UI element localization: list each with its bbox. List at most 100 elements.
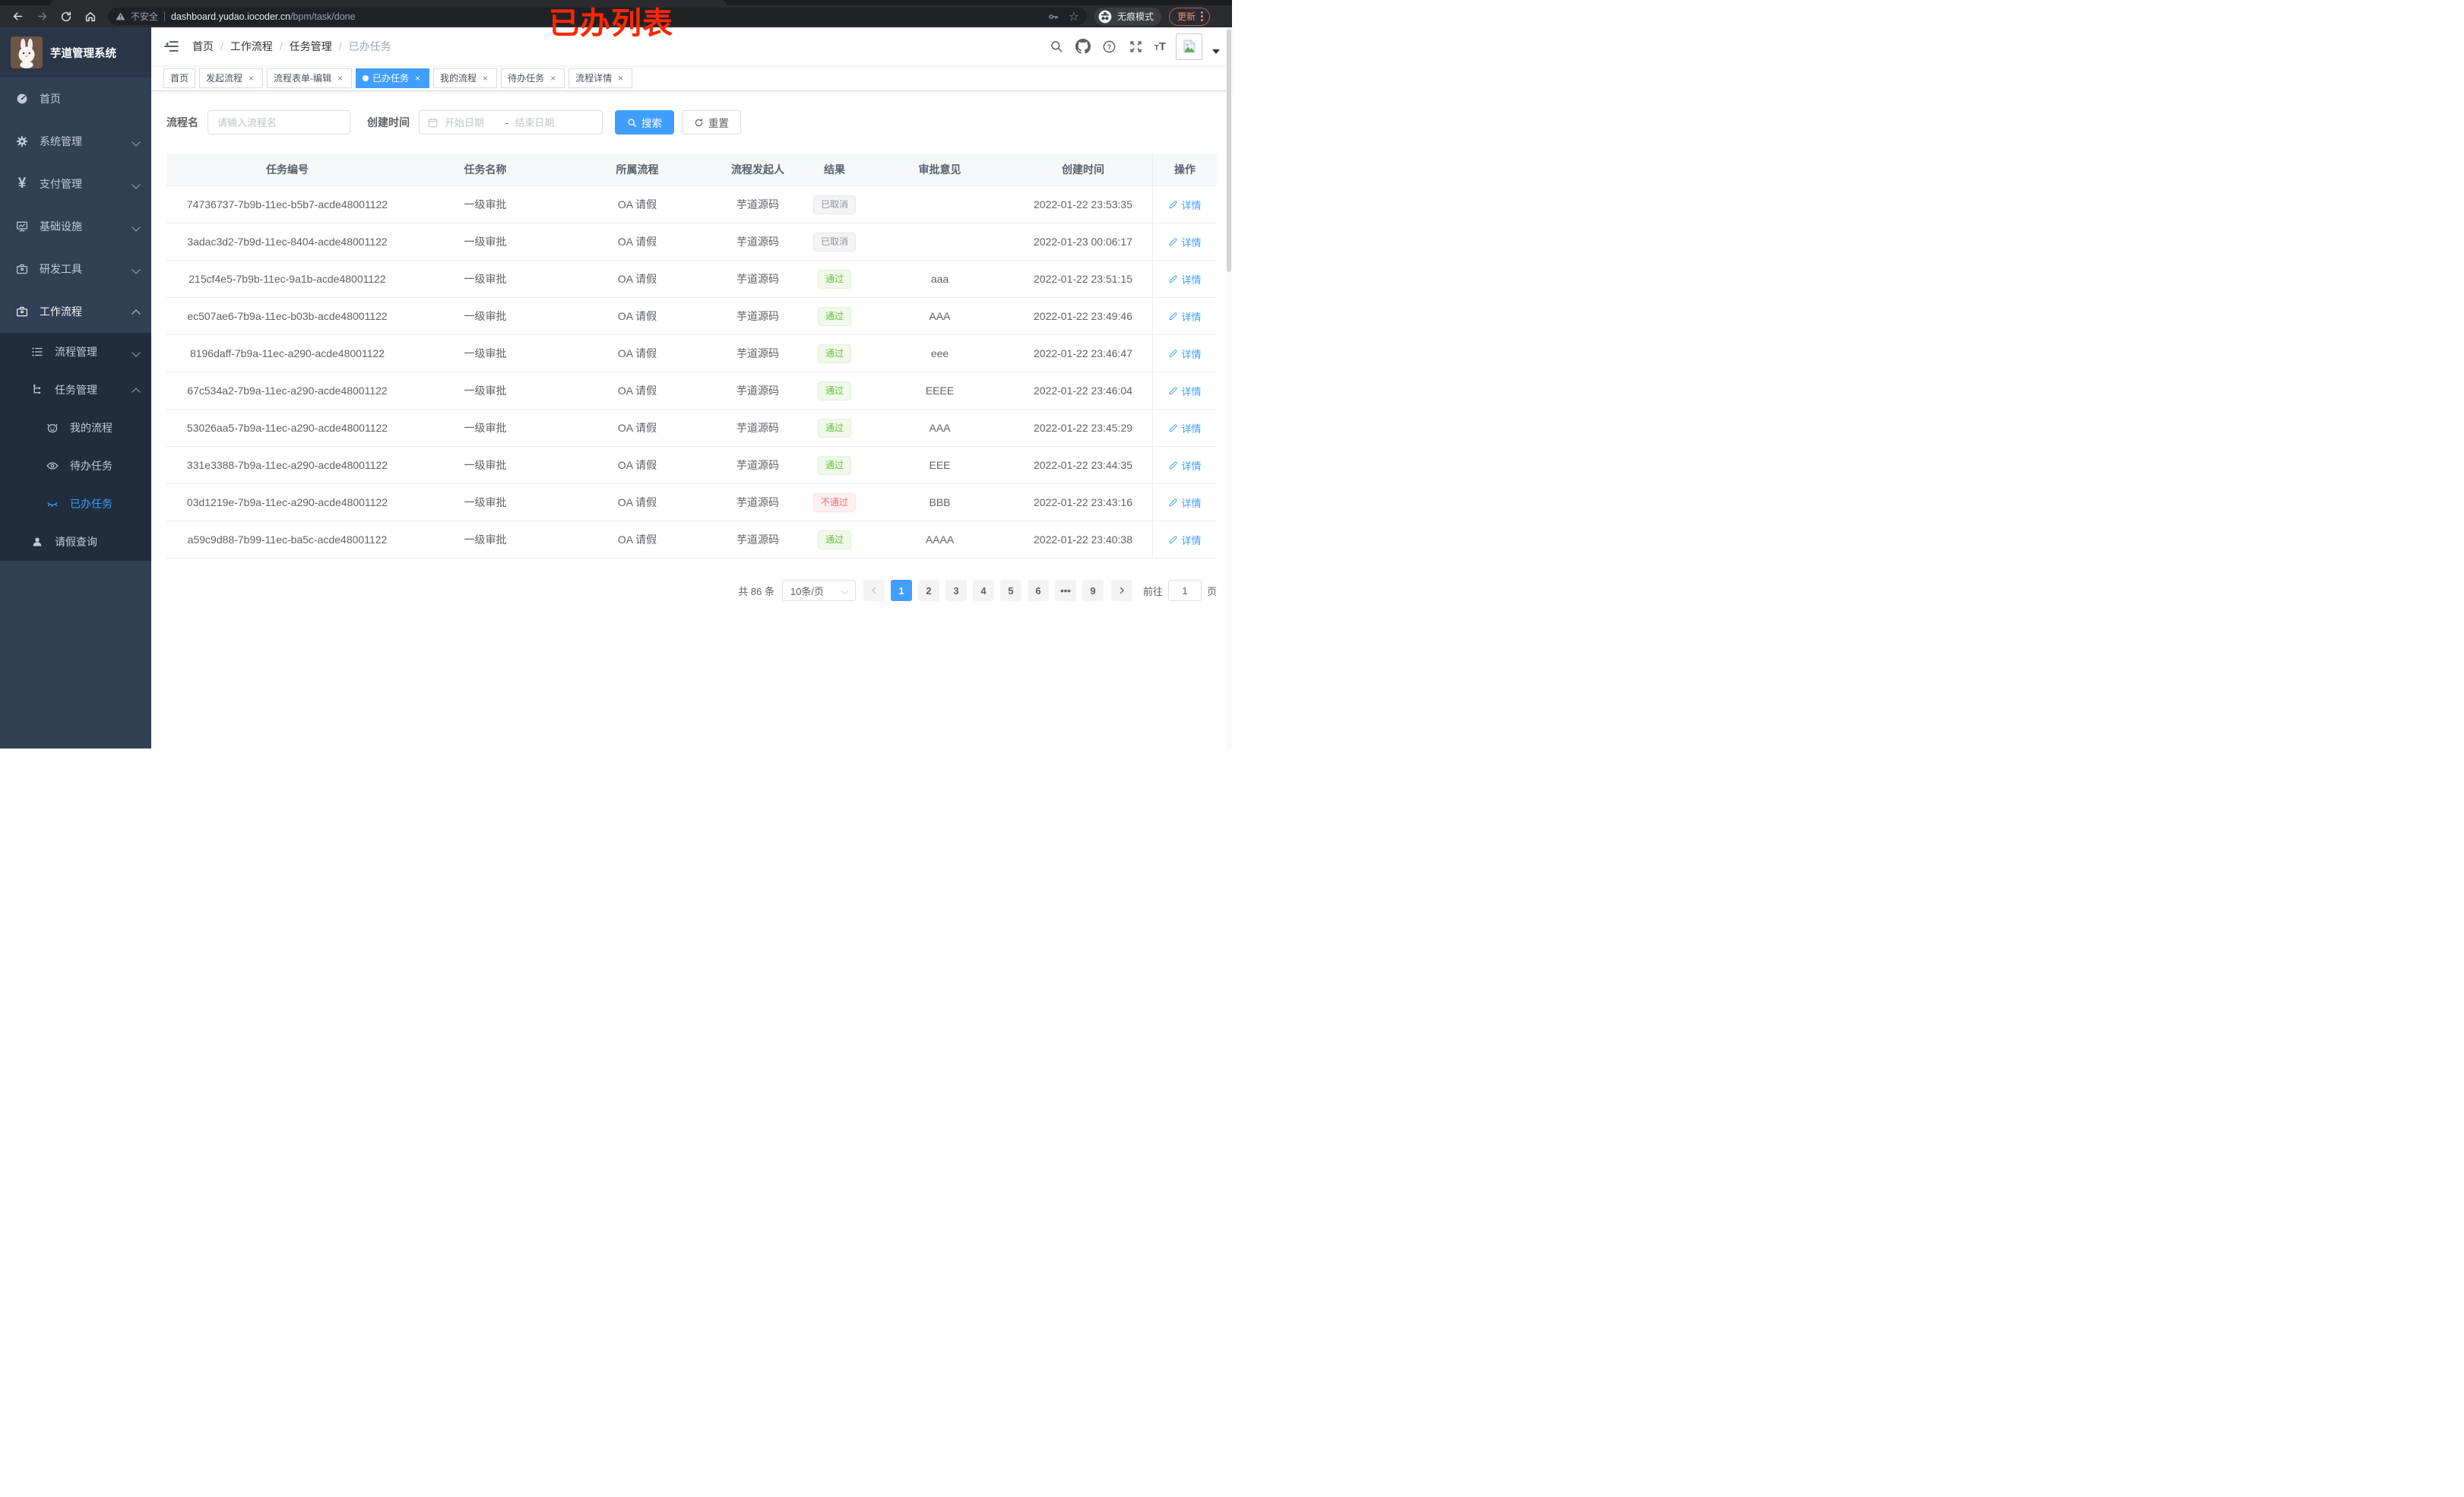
breadcrumb-task-mgmt[interactable]: 任务管理: [290, 39, 332, 54]
page-scrollbar[interactable]: [1226, 27, 1232, 748]
browser-update-button[interactable]: 更新: [1169, 7, 1211, 26]
start-date-input[interactable]: [445, 116, 499, 128]
sidebar-item-todo-tasks[interactable]: 待办任务: [0, 447, 151, 485]
cell-opinion: AAA: [929, 310, 951, 322]
home-icon[interactable]: [81, 8, 100, 25]
table-header-row: 任务编号 任务名称 所属流程 流程发起人 结果 审批意见 创建时间 操作: [166, 153, 1217, 186]
cell-starter: 芋道源码: [736, 459, 779, 471]
result-tag: 不通过: [812, 492, 856, 512]
omnibox-divider: [164, 11, 166, 21]
header-search-icon[interactable]: [1048, 38, 1065, 55]
cell-create-time: 2022-01-22 23:46:04: [1034, 385, 1132, 397]
close-icon[interactable]: ×: [548, 73, 558, 83]
avatar-caret-down-icon[interactable]: [1212, 49, 1220, 54]
close-icon[interactable]: ×: [480, 73, 490, 83]
sidebar-item-system[interactable]: 系统管理: [0, 120, 151, 163]
tab-process-detail[interactable]: 流程详情 ×: [568, 68, 633, 88]
cell-actions: 详情: [1152, 186, 1217, 223]
sidebar-item-leave-query[interactable]: 请假查询: [0, 523, 151, 561]
page-button-9[interactable]: 9: [1082, 580, 1104, 601]
close-icon[interactable]: ×: [335, 73, 345, 83]
app-logo-row[interactable]: 芋道管理系统: [0, 27, 151, 78]
detail-link[interactable]: 详情: [1168, 272, 1202, 286]
tab-home[interactable]: 首页: [163, 68, 196, 88]
detail-link[interactable]: 详情: [1168, 309, 1202, 324]
table-row: 331e3388-7b9a-11ec-a290-acde48001122 一级审…: [166, 447, 1217, 484]
back-icon[interactable]: [8, 8, 27, 25]
help-icon[interactable]: ?: [1101, 38, 1118, 55]
search-button[interactable]: 搜索: [615, 110, 674, 135]
create-time-label: 创建时间: [367, 116, 410, 128]
process-name-input[interactable]: [207, 110, 350, 135]
date-range-picker[interactable]: -: [419, 110, 603, 135]
scrollbar-thumb[interactable]: [1227, 29, 1231, 272]
fullscreen-icon[interactable]: [1128, 38, 1145, 55]
sidebar-item-workflow[interactable]: 工作流程: [0, 290, 151, 333]
breadcrumb-home[interactable]: 首页: [192, 39, 214, 54]
sidebar-item-task-mgmt[interactable]: 任务管理: [0, 371, 151, 409]
reset-button[interactable]: 重置: [682, 110, 741, 135]
cell-task-id: 331e3388-7b9a-11ec-a290-acde48001122: [186, 459, 388, 471]
close-icon[interactable]: ×: [413, 73, 423, 83]
page-button-3[interactable]: 3: [945, 580, 967, 601]
security-label[interactable]: 不安全: [131, 10, 158, 23]
detail-link[interactable]: 详情: [1168, 458, 1202, 473]
close-icon[interactable]: ×: [616, 73, 626, 83]
browser-menu-icon[interactable]: [1201, 11, 1204, 21]
page-button-6[interactable]: 6: [1027, 580, 1049, 601]
detail-link[interactable]: 详情: [1168, 384, 1202, 398]
table-row: 3adac3d2-7b9d-11ec-8404-acde48001122 一级审…: [166, 223, 1217, 261]
collapse-sidebar-icon[interactable]: [163, 39, 180, 54]
cell-task-id: ec507ae6-7b9a-11ec-b03b-acde48001122: [187, 310, 388, 322]
tab-todo-tasks[interactable]: 待办任务 ×: [501, 68, 565, 88]
forward-icon[interactable]: [32, 8, 52, 25]
detail-link[interactable]: 详情: [1168, 533, 1202, 547]
table-row: ec507ae6-7b9a-11ec-b03b-acde48001122 一级审…: [166, 298, 1217, 335]
detail-link[interactable]: 详情: [1168, 347, 1202, 361]
column-header-opinion: 审批意见: [918, 163, 961, 176]
sidebar-item-devtools[interactable]: 研发工具: [0, 248, 151, 290]
sidebar-item-infra[interactable]: 基础设施: [0, 205, 151, 248]
tab-done-tasks[interactable]: 已办任务 ×: [356, 68, 430, 88]
next-page-button[interactable]: [1110, 580, 1132, 601]
page-button-2[interactable]: 2: [917, 580, 939, 601]
sidebar-item-done-tasks[interactable]: 已办任务: [0, 485, 151, 523]
sidebar-item-label: 工作流程: [40, 305, 82, 318]
detail-link[interactable]: 详情: [1168, 421, 1202, 435]
sidebar-item-home[interactable]: 首页: [0, 78, 151, 120]
breadcrumb-workflow[interactable]: 工作流程: [230, 39, 273, 54]
detail-link[interactable]: 详情: [1168, 198, 1202, 212]
close-icon[interactable]: ×: [246, 73, 256, 83]
pagination-ellipsis[interactable]: •••: [1054, 580, 1076, 601]
workflow-submenu: 流程管理 任务管理 我的流程 待办任务 已办任务 请假查询: [0, 333, 151, 561]
prev-page-button[interactable]: [863, 580, 885, 601]
detail-link[interactable]: 详情: [1168, 235, 1202, 249]
tab-form-edit[interactable]: 流程表单-编辑 ×: [267, 68, 353, 88]
table-row: a59c9d88-7b99-11ec-ba5c-acde48001122 一级审…: [166, 521, 1217, 559]
password-key-icon[interactable]: [1047, 11, 1059, 23]
tab-my-process[interactable]: 我的流程 ×: [433, 68, 498, 88]
sidebar-item-process-mgmt[interactable]: 流程管理: [0, 333, 151, 371]
sidebar-item-my-process[interactable]: 我的流程: [0, 409, 151, 447]
page-size-select[interactable]: 10条/页: [781, 580, 856, 601]
tab-start-process[interactable]: 发起流程 ×: [199, 68, 264, 88]
page-button-4[interactable]: 4: [972, 580, 994, 601]
sidebar-item-payment[interactable]: ¥ 支付管理: [0, 163, 151, 205]
page-button-5[interactable]: 5: [999, 580, 1021, 601]
cell-task-name: 一级审批: [464, 533, 507, 546]
cell-task-name: 一级审批: [464, 273, 507, 285]
detail-link[interactable]: 详情: [1168, 495, 1202, 510]
bookmark-star-icon[interactable]: ☆: [1069, 9, 1079, 24]
cell-result: 已取消: [803, 186, 866, 223]
end-date-input[interactable]: [515, 116, 570, 128]
github-icon[interactable]: [1075, 38, 1091, 55]
font-size-icon[interactable]: TT: [1154, 40, 1166, 53]
user-avatar[interactable]: [1176, 33, 1202, 60]
page-unit-label: 页: [1206, 585, 1217, 597]
goto-page-input[interactable]: [1167, 580, 1202, 601]
reload-icon[interactable]: [56, 8, 76, 25]
cell-actions: 详情: [1152, 335, 1217, 372]
cell-create-time: 2022-01-23 00:06:17: [1034, 236, 1132, 248]
page-button-1[interactable]: 1: [890, 580, 912, 601]
cell-process: OA 请假: [617, 533, 657, 546]
